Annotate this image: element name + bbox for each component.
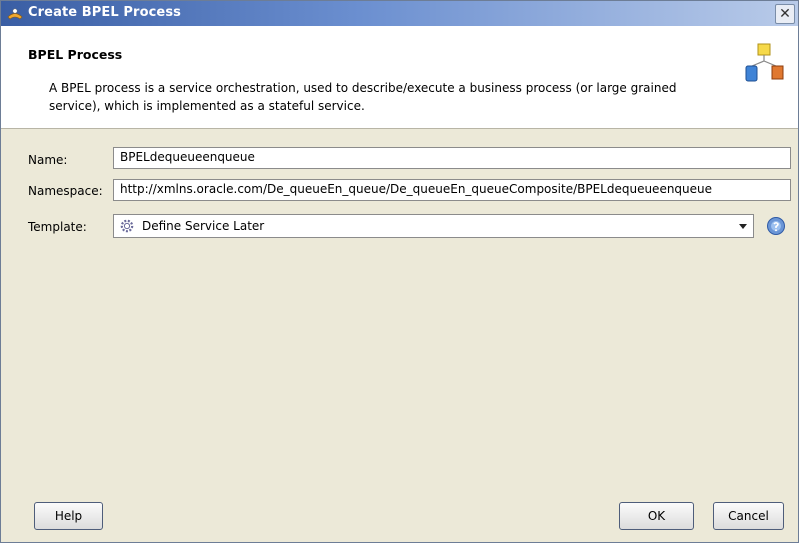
app-icon (7, 8, 23, 20)
close-icon: ✕ (779, 6, 791, 22)
ok-button[interactable]: OK (619, 502, 694, 530)
template-select[interactable]: Define Service Later (113, 214, 754, 238)
name-label: Name: (28, 153, 68, 167)
template-label: Template: (28, 220, 87, 234)
template-select-value: Define Service Later (142, 219, 265, 233)
name-field[interactable]: BPELdequeueenqueue (113, 147, 791, 169)
create-bpel-process-dialog: Create BPEL Process ✕ BPEL Process A BPE… (0, 0, 799, 543)
close-button[interactable]: ✕ (775, 4, 795, 24)
help-icon[interactable] (766, 216, 786, 236)
header-description: A BPEL process is a service orchestratio… (49, 81, 677, 113)
header-title: BPEL Process (28, 47, 123, 62)
bpel-process-icon (745, 43, 784, 82)
header-panel: BPEL Process A BPEL process is a service… (1, 26, 798, 129)
chevron-down-icon[interactable] (737, 220, 749, 232)
help-button[interactable]: Help (34, 502, 103, 530)
cancel-button[interactable]: Cancel (713, 502, 784, 530)
namespace-label: Namespace: (28, 184, 103, 198)
namespace-field[interactable]: http://xmlns.oracle.com/De_queueEn_queue… (113, 179, 791, 201)
gear-icon (120, 219, 134, 233)
title-bar: Create BPEL Process ✕ (1, 1, 798, 26)
window-title: Create BPEL Process (28, 5, 181, 20)
